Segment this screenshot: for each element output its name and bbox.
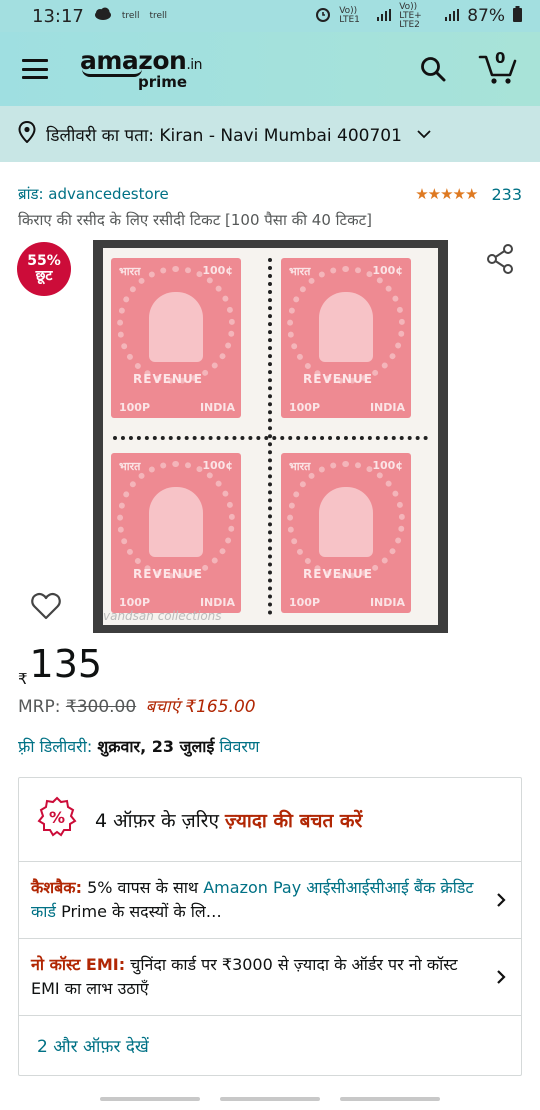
rating-summary[interactable]: ★★★★★ 233 xyxy=(415,185,522,204)
carrier-b: trell xyxy=(149,10,168,21)
chevron-right-icon xyxy=(491,969,511,985)
stamp-top-left: भारत xyxy=(289,460,311,473)
stamp-bottom-left: 100P xyxy=(119,401,151,414)
free-delivery-label: फ़्री डिलीवरी: xyxy=(18,737,93,756)
offers-header: % 4 ऑफ़र के ज़रिए ज़्यादा की बचत करें xyxy=(19,778,521,862)
status-bar: 13:17 trell trell Vo)) LTE1 Vo)) LTE+ LT… xyxy=(0,0,540,32)
app-header: amazon.in prime 0 xyxy=(0,32,540,106)
clock: 13:17 xyxy=(32,5,84,27)
stamp: भारत 100¢ REVENUE 100P INDIA xyxy=(281,453,411,613)
stamp-revenue: REVENUE xyxy=(133,372,203,386)
cloud-icon xyxy=(94,6,112,26)
offer-text: 5% वापस के साथ xyxy=(82,878,204,897)
signal-icon xyxy=(445,6,460,26)
stamp-bottom-left: 100P xyxy=(289,596,321,609)
offer-badge-icon: % xyxy=(35,795,79,844)
discount-word: छूट xyxy=(35,268,53,284)
offer-tag: कैशबैक: xyxy=(31,878,82,897)
offers-box: % 4 ऑफ़र के ज़रिए ज़्यादा की बचत करें कै… xyxy=(18,777,522,1076)
delivery-date: शुक्रवार, 23 जुलाई xyxy=(97,737,215,756)
offers-header-text: 4 ऑफ़र के ज़रिए xyxy=(95,809,219,832)
svg-text:%: % xyxy=(49,808,65,827)
stamp-revenue: REVENUE xyxy=(303,567,373,581)
logo-prime: prime xyxy=(138,73,188,91)
stamp-top-right: 100¢ xyxy=(202,459,233,472)
sim2-label: Vo)) LTE+ LTE2 xyxy=(399,1,422,30)
carrier-a: trell xyxy=(121,10,140,21)
discount-badge: 55% छूट xyxy=(17,242,71,296)
menu-icon[interactable] xyxy=(22,59,48,79)
currency-symbol: ₹ xyxy=(18,670,28,688)
star-rating: ★★★★★ xyxy=(415,185,478,203)
stamp-sheet: भारत 100¢ REVENUE 100P INDIA भारत 100¢ R… xyxy=(103,248,438,625)
cart-button[interactable]: 0 xyxy=(478,49,518,85)
amazon-logo[interactable]: amazon.in prime xyxy=(80,48,203,91)
stamp-top-right: 100¢ xyxy=(372,459,403,472)
delivery-address: डिलीवरी का पता: Kiran - Navi Mumbai 4007… xyxy=(46,125,402,146)
price-block: ₹ 135 MRP: ₹300.00 बचाएं ₹165.00 फ़्री ड… xyxy=(0,634,540,757)
signal-icon xyxy=(377,6,392,26)
stamp-revenue: REVENUE xyxy=(133,567,203,581)
image-watermark: vandsan collections xyxy=(103,609,222,623)
stamp-top-left: भारत xyxy=(119,460,141,473)
product-header: ब्रांड: advancedestore ★★★★★ 233 किराए क… xyxy=(0,162,540,230)
stamp-bottom-right: INDIA xyxy=(199,401,235,414)
logo-suffix: .in xyxy=(186,57,203,73)
system-nav-handle xyxy=(0,1088,540,1110)
share-icon[interactable] xyxy=(486,244,514,278)
offer-tag: नो कॉस्ट EMI: xyxy=(31,955,126,974)
mrp-value: ₹300.00 xyxy=(65,697,137,717)
product-image[interactable]: भारत 100¢ REVENUE 100P INDIA भारत 100¢ R… xyxy=(93,240,448,633)
offers-header-highlight: ज़्यादा की बचत करें xyxy=(225,809,363,832)
stamp-bottom-left: 100P xyxy=(119,596,151,609)
heart-icon[interactable] xyxy=(31,592,61,624)
stamp-top-left: भारत xyxy=(119,265,141,278)
product-title: किराए की रसीद के लिए रसीदी टिकट [100 पैस… xyxy=(18,211,373,229)
battery-percent: 87% xyxy=(467,6,505,26)
stamp-bottom-right: INDIA xyxy=(369,596,405,609)
offer-text-tail: Prime के सदस्यों के लि… xyxy=(56,902,222,921)
brand-link[interactable]: ब्रांड: advancedestore xyxy=(18,184,169,204)
discount-percent: 55% xyxy=(27,252,61,269)
offer-no-cost-emi[interactable]: नो कॉस्ट EMI: चुनिंदा कार्ड पर ₹3000 से … xyxy=(19,939,521,1016)
stamp-top-right: 100¢ xyxy=(202,264,233,277)
logo-smile xyxy=(82,69,142,77)
stamp-top-left: भारत xyxy=(289,265,311,278)
location-pin-icon xyxy=(18,120,36,148)
stamp-bottom-left: 100P xyxy=(289,401,321,414)
offer-cashback[interactable]: कैशबैक: 5% वापस के साथ Amazon Pay आईसीआई… xyxy=(19,862,521,939)
chevron-right-icon xyxy=(491,892,511,908)
rating-count: 233 xyxy=(491,184,522,204)
product-image-gallery[interactable]: 55% छूट भारत 100¢ REVENUE 100P INDIA भार… xyxy=(0,234,540,634)
mrp-label: MRP: xyxy=(18,697,61,717)
chevron-down-icon xyxy=(416,124,432,144)
stamp: भारत 100¢ REVENUE 100P INDIA xyxy=(281,258,411,418)
stamp: भारत 100¢ REVENUE 100P INDIA xyxy=(111,453,241,613)
sim1-label: Vo)) LTE1 xyxy=(339,6,360,25)
price-amount: 135 xyxy=(29,642,103,686)
delivery-details-link[interactable]: विवरण xyxy=(219,737,259,756)
battery-icon xyxy=(513,5,522,27)
stamp-top-right: 100¢ xyxy=(372,264,403,277)
mrp-row: MRP: ₹300.00 बचाएं ₹165.00 xyxy=(18,694,522,717)
free-delivery-row: फ़्री डिलीवरी: शुक्रवार, 23 जुलाई विवरण xyxy=(18,735,522,757)
stamp-revenue: REVENUE xyxy=(303,372,373,386)
stamp: भारत 100¢ REVENUE 100P INDIA xyxy=(111,258,241,418)
stamp-bottom-right: INDIA xyxy=(199,596,235,609)
alarm-icon xyxy=(315,6,331,27)
cart-count: 0 xyxy=(495,49,506,67)
stamp-bottom-right: INDIA xyxy=(369,401,405,414)
delivery-location-bar[interactable]: डिलीवरी का पता: Kiran - Navi Mumbai 4007… xyxy=(0,106,540,162)
perforation xyxy=(268,258,272,615)
savings-text: बचाएं ₹165.00 xyxy=(145,697,256,717)
search-icon[interactable] xyxy=(420,56,446,82)
see-more-offers-link[interactable]: 2 और ऑफ़र देखें xyxy=(19,1016,521,1075)
